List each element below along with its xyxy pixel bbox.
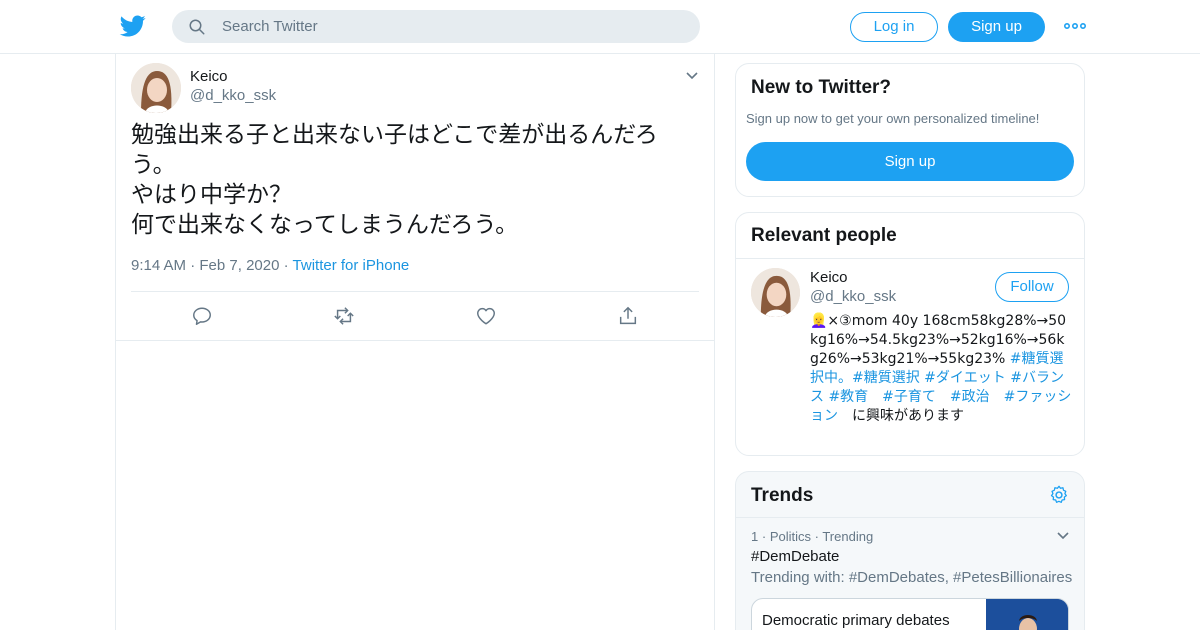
card-header: Trends [736,472,1084,518]
news-thumbnail [986,599,1068,630]
twitter-logo-icon[interactable] [119,13,147,39]
tweet-metadata: 9:14 AM · Feb 7, 2020 · Twitter for iPho… [131,257,409,274]
trend-related: Trending with: #DemDebates, #PetesBillio… [751,569,1073,586]
card-subtitle: Sign up now to get your own personalized… [746,111,1040,126]
profile-photo-icon [131,63,181,113]
chevron-down-icon[interactable] [684,68,700,84]
separator-dot: · [761,529,770,544]
person-bio: 👱‍♀️×③mom 40y 168cm58kg28%→50kg16%→54.5k… [810,312,1072,426]
top-bar: Log in Sign up [0,0,1200,54]
signup-button[interactable]: Sign up [948,12,1045,42]
trend-rank: 1 [751,529,759,544]
retweet-icon[interactable] [333,305,355,327]
profile-photo-icon [751,268,800,317]
card-title: New to Twitter? [751,77,892,98]
chevron-down-icon[interactable] [1055,528,1071,544]
person-handle[interactable]: @d_kko_ssk [810,288,896,305]
search-bar[interactable] [172,10,700,43]
login-button[interactable]: Log in [850,12,938,42]
tweet-date[interactable]: Feb 7, 2020 [199,257,279,274]
card-title: Relevant people [751,225,897,246]
tweet-author-name[interactable]: Keico [190,68,228,85]
trend-news-card[interactable]: Democratic primary debates [751,598,1069,630]
tweet-column: Keico @d_kko_ssk 勉強出来る子と出来ない子はどこで差が出るんだろ… [115,54,715,630]
more-options-icon[interactable] [1063,18,1087,34]
tweet-time[interactable]: 9:14 AM [131,257,186,274]
person-name[interactable]: Keico [810,269,848,286]
tweet-source-link[interactable]: Twitter for iPhone [293,257,410,274]
trend-category: Politics [769,529,811,544]
avatar[interactable] [751,268,800,317]
card-header: Relevant people [736,213,1084,259]
trend-status: Trending [822,529,874,544]
avatar[interactable] [131,63,181,113]
new-to-twitter-card: New to Twitter? Sign up now to get your … [735,63,1085,197]
news-title: Democratic primary debates [762,612,950,629]
heart-icon[interactable] [475,305,497,327]
tweet-author-handle[interactable]: @d_kko_ssk [190,87,276,104]
trends-card: Trends 1 · Politics · Trending #DemDebat… [735,471,1085,630]
trend-name-link[interactable]: #DemDebate [751,548,839,565]
trend-metadata: 1 · Politics · Trending [751,529,873,544]
news-photo-icon [986,599,1068,630]
card-title: Trends [751,485,814,506]
sidebar-signup-button[interactable]: Sign up [746,142,1074,181]
relevant-people-card: Relevant people Keico @d_kko_ssk Follow … [735,212,1085,456]
follow-button[interactable]: Follow [995,272,1069,302]
share-icon[interactable] [617,305,639,327]
bio-text: に興味があります [838,408,964,424]
gear-icon[interactable] [1048,484,1070,506]
search-input[interactable] [222,10,682,43]
tweet-text: 勉強出来る子と出来ない子はどこで差が出るんだろう。 やはり中学か？ 何で出来なく… [131,122,658,238]
search-icon [189,19,205,35]
separator-dot: · [283,257,293,274]
separator-dot: · [190,257,200,274]
tweet-actions [116,292,714,341]
reply-icon[interactable] [191,305,213,327]
